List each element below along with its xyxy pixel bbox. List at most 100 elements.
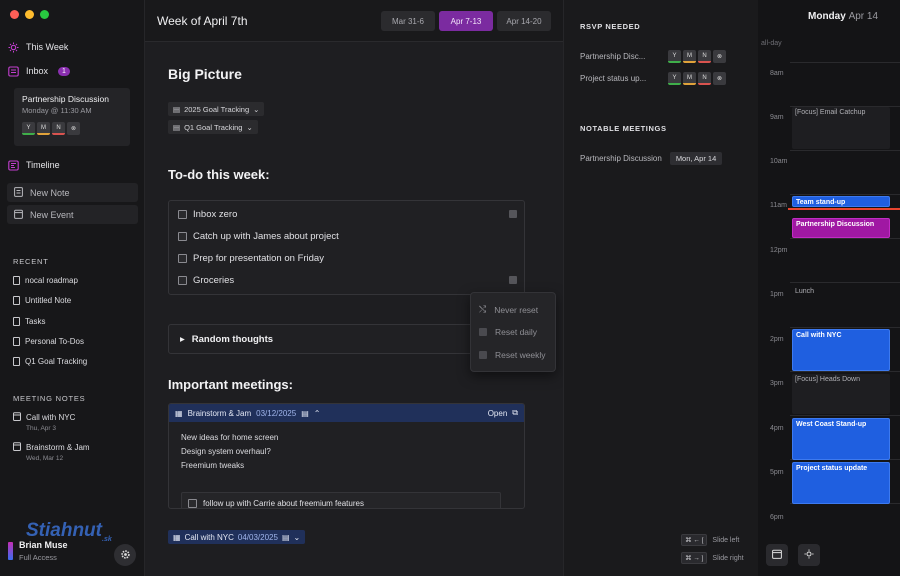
notable-meeting-title: Partnership Discussion	[580, 154, 662, 163]
todo-label[interactable]: follow up with Carrie about freemium fea…	[203, 499, 364, 508]
reset-icon[interactable]	[509, 210, 517, 218]
close-window-button[interactable]	[10, 10, 19, 19]
settings-button[interactable]	[114, 544, 136, 566]
hour-label: 9am	[770, 114, 784, 121]
meeting-note-item[interactable]: Brainstorm & Jam Wed, Mar 12	[13, 442, 90, 462]
inbox-card[interactable]: Partnership Discussion Monday @ 11:30 AM…	[14, 88, 130, 146]
recent-item[interactable]: Q1 Goal Tracking	[13, 357, 87, 366]
snooze-icon[interactable]: ⊗	[713, 50, 726, 63]
new-event-button[interactable]: New Event	[7, 205, 138, 224]
hour-label: 12pm	[770, 247, 788, 254]
todo-label[interactable]: Groceries	[193, 275, 234, 286]
rsvp-no-button[interactable]: N	[698, 72, 711, 85]
meeting-note-title: Brainstorm & Jam	[26, 443, 90, 452]
hour-label: 3pm	[770, 380, 784, 387]
hour-line	[790, 194, 900, 195]
hour-label: 6pm	[770, 514, 784, 521]
todo-checkbox[interactable]	[188, 499, 197, 508]
week-tab-next[interactable]: Apr 14-20	[497, 11, 551, 31]
snooze-icon[interactable]: ⊗	[67, 122, 80, 135]
user-profile[interactable]: Brian Muse Full Access	[8, 540, 68, 562]
todo-checkbox[interactable]	[178, 254, 187, 263]
minimize-window-button[interactable]	[25, 10, 34, 19]
calendar-event[interactable]: West Coast Stand-up	[792, 418, 890, 460]
inbox-card-title: Partnership Discussion	[22, 94, 109, 104]
recent-item[interactable]: Untitled Note	[13, 296, 71, 305]
calendar-event[interactable]: Project status update	[792, 462, 890, 504]
meeting-note-date: Thu, Apr 3	[26, 425, 56, 432]
rsvp-yes-button[interactable]: Y	[668, 50, 681, 63]
user-name: Brian Muse	[19, 540, 68, 550]
goal-chip[interactable]: ▤ 2025 Goal Tracking ⌄	[168, 102, 265, 116]
rsvp-item[interactable]: Partnership Disc... Y M N ⊗	[580, 50, 726, 63]
goal-chip-label: 2025 Goal Tracking	[184, 104, 250, 114]
sidebar-item-this-week[interactable]: This Week	[8, 38, 68, 56]
chevron-down-icon: ⌄	[246, 122, 253, 132]
notable-meetings-heading: NOTABLE MEETINGS	[580, 124, 667, 133]
todo-label[interactable]: Prep for presentation on Friday	[193, 253, 324, 264]
theme-toggle-button[interactable]	[798, 544, 820, 566]
rsvp-heading: RSVP NEEDED	[580, 22, 641, 31]
goal-chip[interactable]: ▤ Q1 Goal Tracking ⌄	[168, 120, 258, 134]
calendar-event[interactable]: [Focus] Heads Down	[792, 374, 890, 414]
recent-item[interactable]: Personal To-Dos	[13, 337, 84, 346]
rsvp-yes-button[interactable]: Y	[668, 72, 681, 85]
notable-meeting-item[interactable]: Partnership Discussion Mon, Apr 14	[580, 152, 723, 165]
note-line: New ideas for home screen	[181, 433, 279, 442]
avatar	[8, 542, 13, 560]
calendar-event[interactable]: Team stand-up	[792, 196, 890, 207]
shortcut-hint: ⌘ ← [ Slide left	[681, 534, 739, 546]
sidebar-item-timeline[interactable]: Timeline	[8, 156, 60, 174]
rsvp-no-button[interactable]: N	[52, 122, 65, 135]
document-icon: ▤	[301, 408, 309, 418]
week-tab-current[interactable]: Apr 7-13	[439, 11, 493, 31]
hour-line	[790, 238, 900, 239]
new-event-label: New Event	[30, 209, 74, 220]
zoom-window-button[interactable]	[40, 10, 49, 19]
main-content: Week of April 7th Mar 31-6 Apr 7-13 Apr …	[145, 0, 563, 576]
dropdown-item-reset-weekly[interactable]: Reset weekly	[479, 350, 546, 360]
rsvp-no-button[interactable]: N	[698, 50, 711, 63]
calendar-day-header: Monday Apr 14	[808, 11, 878, 22]
calendar-event[interactable]: [Focus] Email Catchup	[792, 107, 890, 149]
calendar-event[interactable]: Lunch	[792, 286, 890, 326]
meeting-chip[interactable]: ▦ Call with NYC 04/03/2025 ▤ ⌄	[168, 530, 306, 544]
meeting-note-item[interactable]: Call with NYC Thu, Apr 3	[13, 412, 75, 432]
rsvp-item[interactable]: Project status up... Y M N ⊗	[580, 72, 726, 85]
dropdown-item-reset-daily[interactable]: Reset daily	[479, 327, 537, 337]
shortcut-keys: ⌘ → ]	[681, 552, 708, 564]
rsvp-maybe-button[interactable]: M	[683, 50, 696, 63]
dropdown-item-never-reset[interactable]: ⤭ Never reset	[479, 304, 538, 315]
calendar-event[interactable]: Partnership Discussion	[792, 218, 890, 238]
open-button[interactable]: Open ⧉	[488, 408, 518, 418]
reset-weekly-icon[interactable]	[509, 276, 517, 284]
todo-item: Groceries	[178, 275, 234, 286]
recent-item[interactable]: Tasks	[13, 317, 45, 326]
shortcut-label: Slide right	[712, 554, 744, 562]
sidebar-item-inbox[interactable]: Inbox 1	[8, 62, 70, 80]
inbox-icon	[8, 65, 19, 77]
sidebar-item-label: Inbox	[26, 66, 49, 76]
todo-checkbox[interactable]	[178, 210, 187, 219]
week-tab-prev[interactable]: Mar 31-6	[381, 11, 435, 31]
meeting-card-header[interactable]: ▦ Brainstorm & Jam 03/12/2025 ▤ ⌃ Open ⧉	[169, 404, 524, 422]
calendar-event[interactable]: Call with NYC	[792, 329, 890, 371]
hour-line	[790, 371, 900, 372]
todo-checkbox[interactable]	[178, 232, 187, 241]
chevron-up-icon[interactable]: ⌃	[314, 409, 321, 418]
rsvp-yes-button[interactable]: Y	[22, 122, 35, 135]
rsvp-buttons: Y M N ⊗	[668, 50, 726, 63]
document-icon	[13, 357, 20, 366]
new-note-button[interactable]: New Note	[7, 183, 138, 202]
rsvp-maybe-button[interactable]: M	[683, 72, 696, 85]
meeting-card: ▦ Brainstorm & Jam 03/12/2025 ▤ ⌃ Open ⧉ …	[168, 403, 525, 509]
todo-label[interactable]: Inbox zero	[193, 209, 237, 220]
todo-label[interactable]: Catch up with James about project	[193, 231, 339, 242]
todo-checkbox[interactable]	[178, 276, 187, 285]
snooze-icon[interactable]: ⊗	[713, 72, 726, 85]
recent-item-label: nocal roadmap	[25, 276, 78, 285]
todo-item: follow up with Carrie about freemium fea…	[188, 499, 364, 508]
recent-item[interactable]: nocal roadmap	[13, 276, 78, 285]
rsvp-maybe-button[interactable]: M	[37, 122, 50, 135]
calendar-view-button[interactable]	[766, 544, 788, 566]
